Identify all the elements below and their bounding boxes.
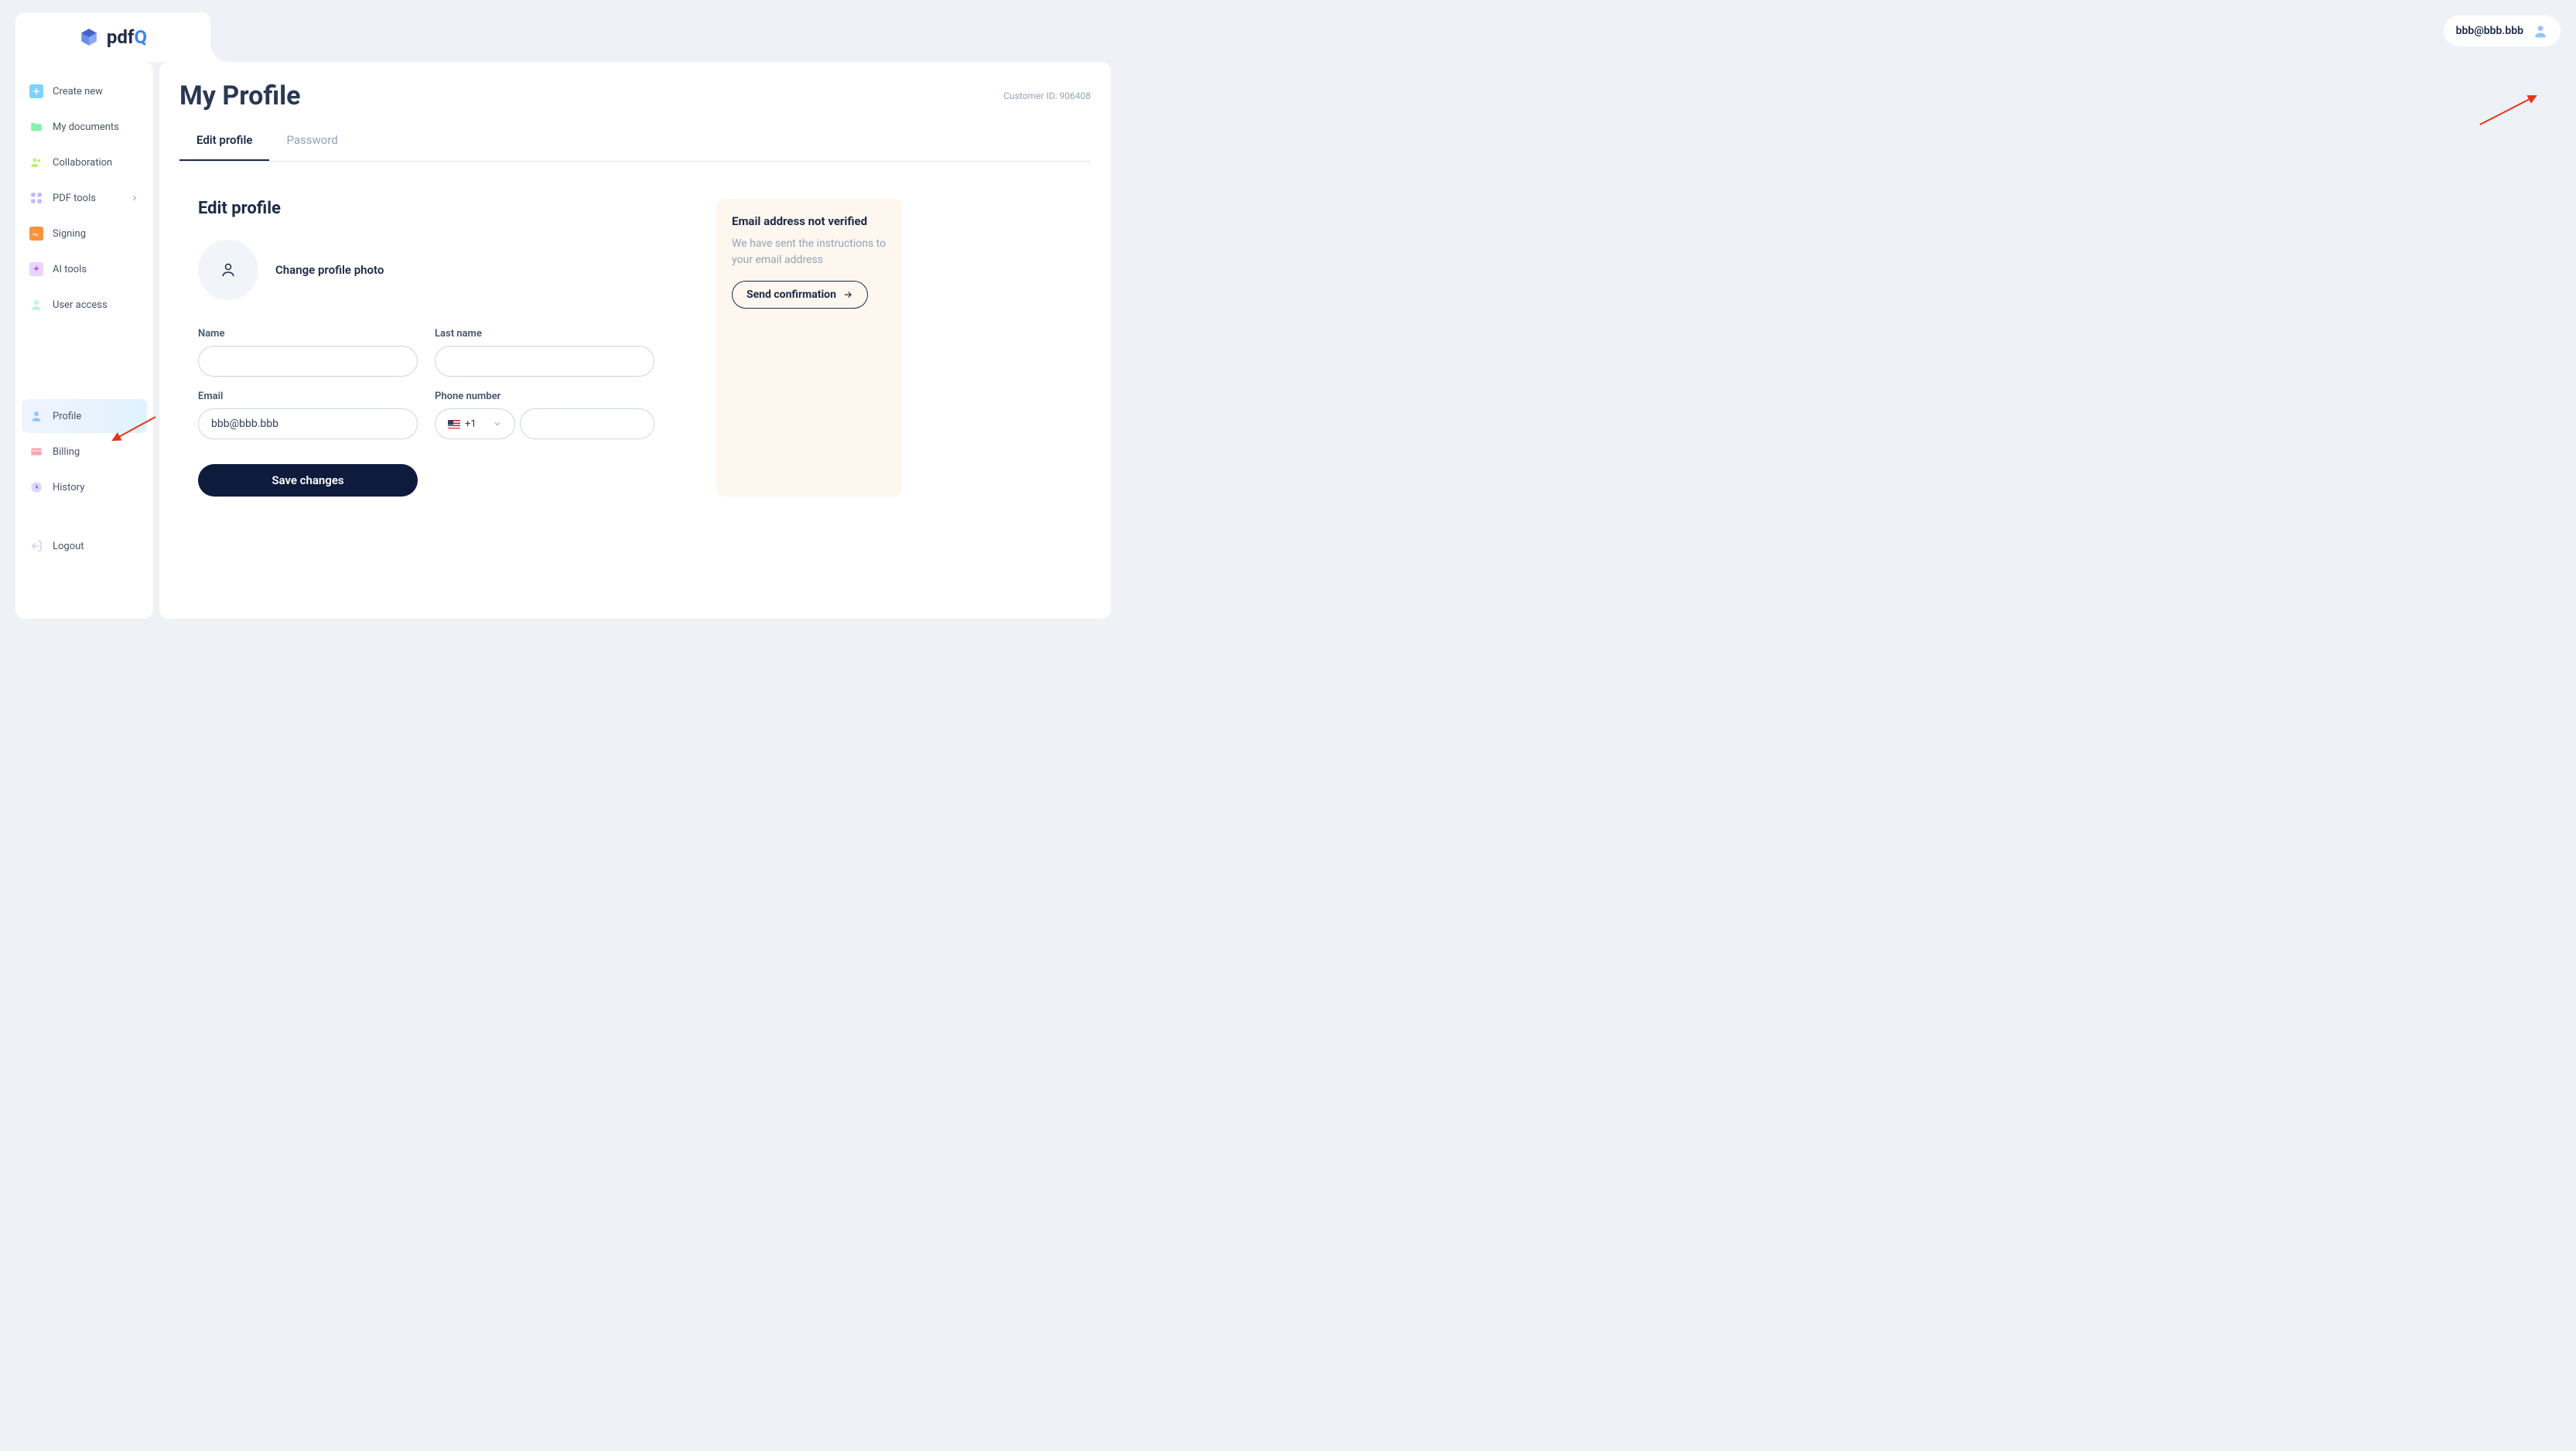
- sidebar-item-collaboration[interactable]: Collaboration: [22, 145, 147, 179]
- name-label: Name: [198, 328, 418, 340]
- sidebar-item-label: User access: [53, 299, 108, 311]
- sidebar-item-profile[interactable]: Profile: [22, 399, 147, 433]
- sidebar-item-label: Logout: [53, 541, 84, 552]
- email-label: Email: [198, 391, 418, 402]
- tabs: Edit profile Password: [179, 121, 1091, 162]
- sidebar-item-signing[interactable]: Signing: [22, 217, 147, 251]
- sidebar: Create new My documents Collaboration PD…: [15, 62, 153, 619]
- chevron-down-icon: [493, 419, 502, 428]
- user-access-icon: [29, 298, 43, 312]
- signature-icon: [29, 227, 43, 241]
- sidebar-item-label: Signing: [53, 228, 86, 240]
- country-code-select[interactable]: +1: [435, 408, 515, 439]
- phone-label: Phone number: [435, 391, 654, 402]
- lastname-input[interactable]: [435, 346, 654, 377]
- verify-email-card: Email address not verified We have sent …: [716, 199, 902, 497]
- sidebar-item-label: PDF tools: [53, 193, 96, 204]
- sidebar-item-label: My documents: [53, 121, 119, 133]
- sidebar-item-my-documents[interactable]: My documents: [22, 110, 147, 144]
- section-title: Edit profile: [198, 199, 654, 218]
- sidebar-item-user-access[interactable]: User access: [22, 288, 147, 322]
- sidebar-item-label: Billing: [53, 446, 80, 458]
- clock-icon: [29, 480, 43, 494]
- phone-input[interactable]: [520, 408, 654, 439]
- sidebar-item-label: Profile: [53, 411, 81, 422]
- sidebar-item-billing[interactable]: Billing: [22, 435, 147, 469]
- grid-icon: [29, 191, 43, 205]
- tab-edit-profile[interactable]: Edit profile: [179, 121, 269, 161]
- send-confirmation-button[interactable]: Send confirmation: [732, 281, 868, 309]
- users-icon: [29, 155, 43, 169]
- name-input[interactable]: [198, 346, 418, 377]
- avatar-icon: [2533, 23, 2548, 39]
- logo-text: pdfQ: [107, 26, 147, 48]
- sidebar-item-label: History: [53, 482, 84, 493]
- verify-text: We have sent the instructions to your em…: [732, 236, 887, 268]
- us-flag-icon: [448, 420, 460, 428]
- plus-icon: [29, 84, 43, 98]
- sidebar-item-create-new[interactable]: Create new: [22, 74, 147, 108]
- profile-photo-placeholder[interactable]: [198, 240, 258, 300]
- tab-password[interactable]: Password: [269, 121, 354, 161]
- sparkle-icon: [29, 262, 43, 276]
- arrow-right-icon: [842, 289, 853, 300]
- folder-icon: [29, 120, 43, 134]
- main-content: My Profile Customer ID: 906408 Edit prof…: [159, 62, 1111, 619]
- sidebar-item-logout[interactable]: Logout: [22, 529, 147, 563]
- logout-icon: [29, 539, 43, 553]
- verify-title: Email address not verified: [732, 214, 887, 228]
- user-menu[interactable]: bbb@bbb.bbb: [2444, 15, 2561, 46]
- sidebar-item-label: AI tools: [53, 264, 87, 275]
- person-icon: [219, 261, 237, 279]
- sidebar-item-ai-tools[interactable]: AI tools: [22, 252, 147, 286]
- chevron-right-icon: [130, 193, 139, 203]
- logo-cube-icon: [79, 27, 99, 47]
- change-photo-link[interactable]: Change profile photo: [275, 263, 384, 277]
- card-icon: [29, 445, 43, 459]
- profile-icon: [29, 409, 43, 423]
- sidebar-item-pdf-tools[interactable]: PDF tools: [22, 181, 147, 215]
- logo[interactable]: pdfQ: [15, 12, 210, 62]
- save-button[interactable]: Save changes: [198, 464, 418, 497]
- annotation-arrow-icon: [2472, 90, 2542, 128]
- customer-id: Customer ID: 906408: [1003, 90, 1091, 101]
- email-input[interactable]: [198, 408, 418, 439]
- sidebar-item-history[interactable]: History: [22, 470, 147, 504]
- lastname-label: Last name: [435, 328, 654, 340]
- sidebar-item-label: Collaboration: [53, 157, 112, 169]
- sidebar-item-label: Create new: [53, 86, 103, 97]
- user-email: bbb@bbb.bbb: [2456, 25, 2523, 37]
- page-title: My Profile: [179, 80, 300, 111]
